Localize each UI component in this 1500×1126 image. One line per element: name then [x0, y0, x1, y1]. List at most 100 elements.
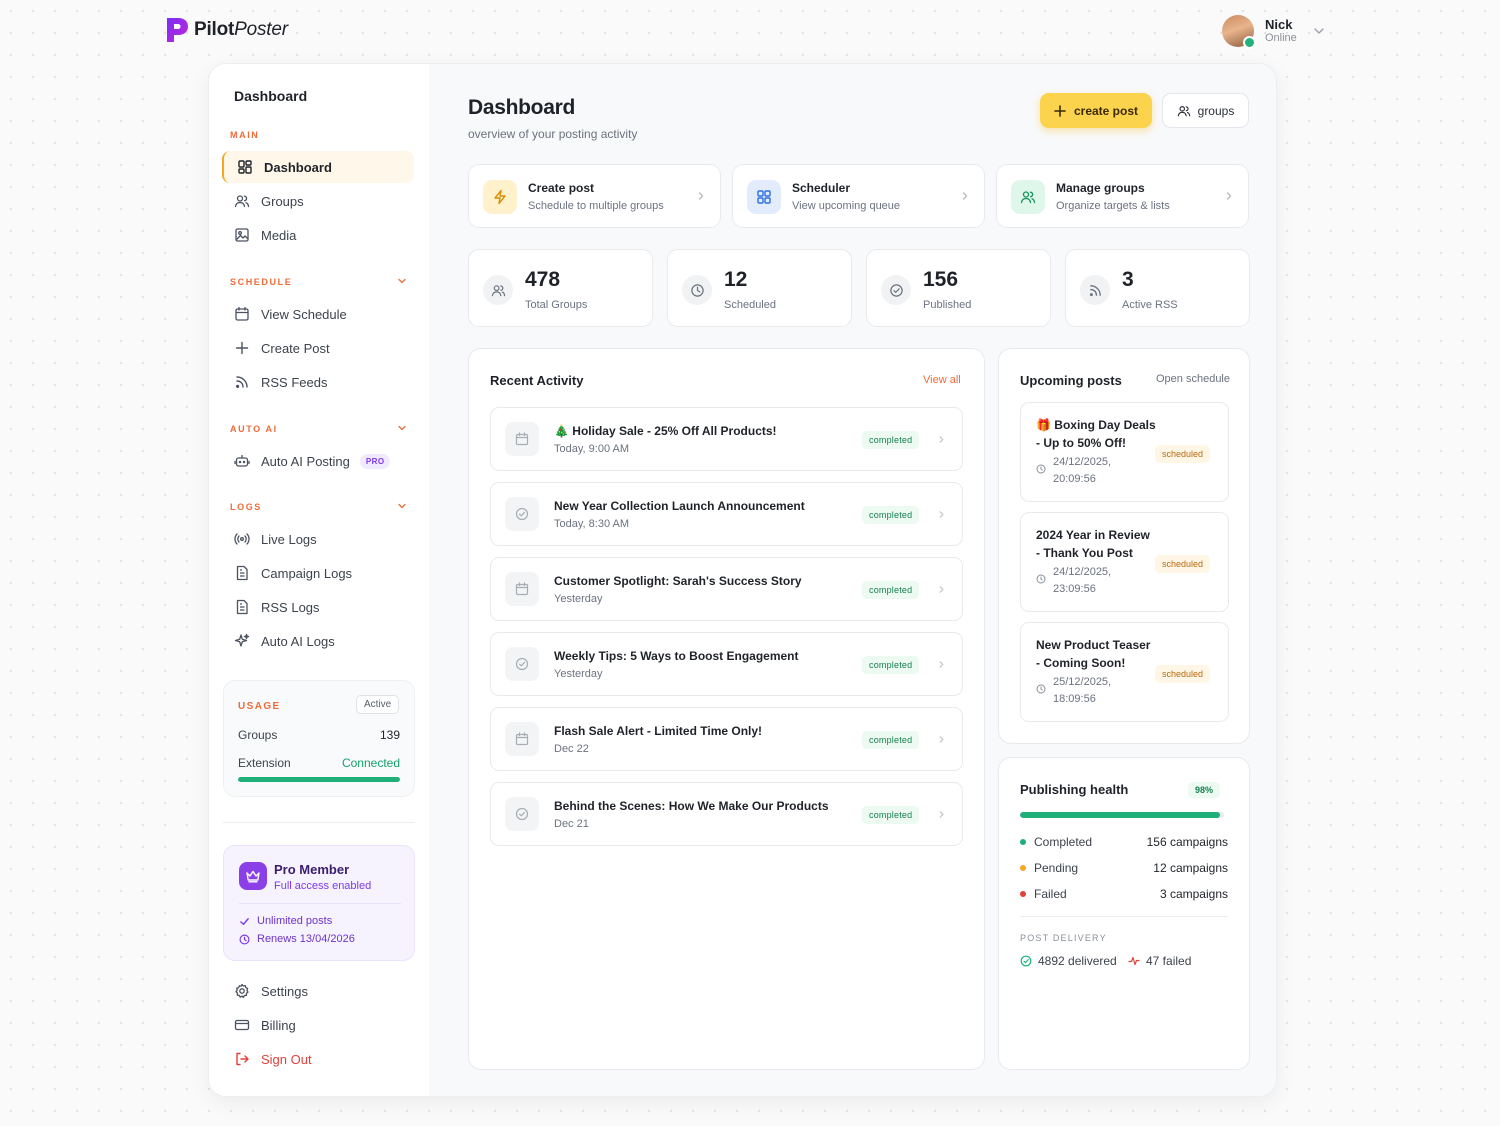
file-icon — [236, 565, 248, 581]
status-badge: scheduled — [1155, 445, 1211, 463]
broadcast-icon — [234, 533, 250, 545]
publishing-health-panel: Publishing health 98% Completed 156 camp… — [998, 757, 1250, 1070]
main-content: Dashboard overview of your posting activ… — [429, 64, 1276, 1096]
recent-activity-panel: Recent Activity View all 🎄 Holiday Sale … — [468, 348, 985, 1070]
sidebar-item-label: Sign Out — [261, 1051, 312, 1067]
stat-active-rss: 3 Active RSS — [1065, 249, 1250, 327]
health-progress-bar — [1020, 812, 1224, 818]
activity-item[interactable]: New Year Collection Launch Announcement … — [490, 482, 963, 546]
sidebar-item-label: Live Logs — [261, 531, 317, 547]
image-icon — [235, 228, 249, 242]
sidebar-item-dashboard[interactable]: Dashboard — [222, 151, 414, 183]
chevron-right-icon — [962, 192, 968, 200]
activity-item[interactable]: Behind the Scenes: How We Make Our Produ… — [490, 782, 963, 846]
usage-progress-bar — [238, 777, 400, 782]
chevron-down-icon[interactable] — [1313, 25, 1325, 37]
sidebar-item-live-logs[interactable]: Live Logs — [222, 523, 414, 555]
publishing-health-title: Publishing health — [1020, 782, 1129, 797]
open-schedule-link[interactable]: Open schedule — [1156, 373, 1230, 385]
upcoming-posts-title: Upcoming posts — [1020, 373, 1122, 388]
sidebar-item-media[interactable]: Media — [222, 219, 414, 251]
sidebar-item-view-schedule[interactable]: View Schedule — [222, 298, 414, 330]
brand-name: PilotPoster — [194, 19, 288, 40]
sidebar-item-campaign-logs[interactable]: Campaign Logs — [222, 557, 414, 589]
check-circle-icon — [515, 507, 529, 521]
pro-feature: Unlimited posts — [239, 915, 332, 927]
status-badge: completed — [862, 581, 920, 599]
upcoming-post-item[interactable]: 2024 Year in Review - Thank You Post 24/… — [1020, 512, 1229, 612]
user-menu[interactable]: Nick Online — [1222, 15, 1325, 49]
top-bar: PilotPoster Nick Online — [0, 0, 1500, 62]
check-circle-icon — [889, 283, 903, 297]
divider — [223, 822, 415, 823]
sidebar-item-label: Media — [261, 227, 297, 243]
activity-item[interactable]: Flash Sale Alert - Limited Time Only! De… — [490, 707, 963, 771]
lightning-icon — [494, 189, 506, 205]
activity-item[interactable]: Customer Spotlight: Sarah's Success Stor… — [490, 557, 963, 621]
failed-count: 47 failed — [1128, 954, 1191, 968]
user-status: Online — [1265, 32, 1297, 45]
users-icon — [1177, 105, 1190, 116]
section-main: MAIN — [230, 130, 260, 140]
grid-icon — [757, 190, 771, 204]
section-logs: LOGS — [230, 502, 262, 512]
upcoming-post-item[interactable]: New Product Teaser - Coming Soon! 25/12/… — [1020, 622, 1229, 722]
sidebar: Dashboard MAIN Dashboard Groups Media SC… — [209, 64, 429, 1096]
pro-subtitle: Full access enabled — [274, 880, 372, 892]
sparkles-icon — [234, 633, 250, 647]
sidebar-item-rss-feeds[interactable]: RSS Feeds — [222, 366, 414, 398]
clock-icon — [1036, 684, 1046, 694]
quick-action-create-post[interactable]: Create post Schedule to multiple groups — [468, 164, 721, 228]
clock-icon — [1036, 464, 1046, 474]
chevron-right-icon — [939, 736, 944, 743]
dashboard-grid-icon — [238, 160, 252, 174]
stat-scheduled: 12 Scheduled — [667, 249, 852, 327]
sidebar-item-billing[interactable]: Billing — [222, 1009, 414, 1041]
activity-item[interactable]: Weekly Tips: 5 Ways to Boost Engagement … — [490, 632, 963, 696]
calendar-icon — [515, 432, 529, 446]
file-icon — [236, 599, 248, 615]
sidebar-item-auto-ai-logs[interactable]: Auto AI Logs — [222, 625, 414, 657]
sidebar-title: Dashboard — [234, 88, 308, 104]
activity-pulse-icon — [1128, 956, 1140, 966]
chevron-down-icon[interactable] — [397, 276, 407, 286]
sidebar-item-rss-logs[interactable]: RSS Logs — [222, 591, 414, 623]
sidebar-item-label: Groups — [261, 193, 304, 209]
clock-icon — [239, 934, 250, 944]
calendar-icon — [235, 306, 249, 321]
status-dot — [1020, 865, 1026, 871]
chevron-down-icon[interactable] — [397, 501, 407, 511]
status-dot — [1020, 891, 1026, 897]
section-schedule: SCHEDULE — [230, 277, 293, 287]
bot-icon — [234, 454, 250, 467]
pro-membership-card: Pro Member Full access enabled Unlimited… — [223, 845, 415, 961]
sidebar-item-groups[interactable]: Groups — [222, 185, 414, 217]
sidebar-item-label: RSS Feeds — [261, 374, 328, 390]
quick-action-manage-groups[interactable]: Manage groups Organize targets & lists — [996, 164, 1249, 228]
usage-extension-row: Extension Connected — [238, 756, 400, 770]
calendar-icon — [515, 732, 529, 746]
sidebar-item-label: Campaign Logs — [261, 565, 353, 581]
stat-published: 156 Published — [866, 249, 1051, 327]
status-dot — [1020, 839, 1026, 845]
chevron-down-icon[interactable] — [397, 423, 407, 433]
status-badge: completed — [862, 656, 920, 674]
groups-button[interactable]: groups — [1162, 93, 1249, 128]
user-name: Nick — [1265, 16, 1293, 32]
status-badge: completed — [862, 806, 920, 824]
sidebar-item-create-post[interactable]: Create Post — [222, 332, 414, 364]
create-post-button[interactable]: create post — [1040, 93, 1152, 128]
upcoming-post-item[interactable]: 🎁 Boxing Day Deals - Up to 50% Off! 24/1… — [1020, 402, 1229, 502]
activity-item[interactable]: 🎄 Holiday Sale - 25% Off All Products! T… — [490, 407, 963, 471]
sign-out-button[interactable]: Sign Out — [222, 1043, 414, 1075]
status-badge: Active — [356, 695, 400, 714]
brand-logo[interactable]: PilotPoster — [165, 16, 288, 44]
section-auto-ai: AUTO AI — [230, 424, 278, 434]
app-shell: Dashboard MAIN Dashboard Groups Media SC… — [208, 63, 1277, 1097]
upcoming-posts-panel: Upcoming posts Open schedule 🎁 Boxing Da… — [998, 348, 1250, 744]
sidebar-item-auto-ai-posting[interactable]: Auto AI Posting PRO — [222, 445, 414, 477]
quick-action-scheduler[interactable]: Scheduler View upcoming queue — [732, 164, 985, 228]
gear-icon — [235, 983, 249, 999]
view-all-link[interactable]: View all — [923, 374, 961, 386]
sidebar-item-settings[interactable]: Settings — [222, 975, 414, 1007]
